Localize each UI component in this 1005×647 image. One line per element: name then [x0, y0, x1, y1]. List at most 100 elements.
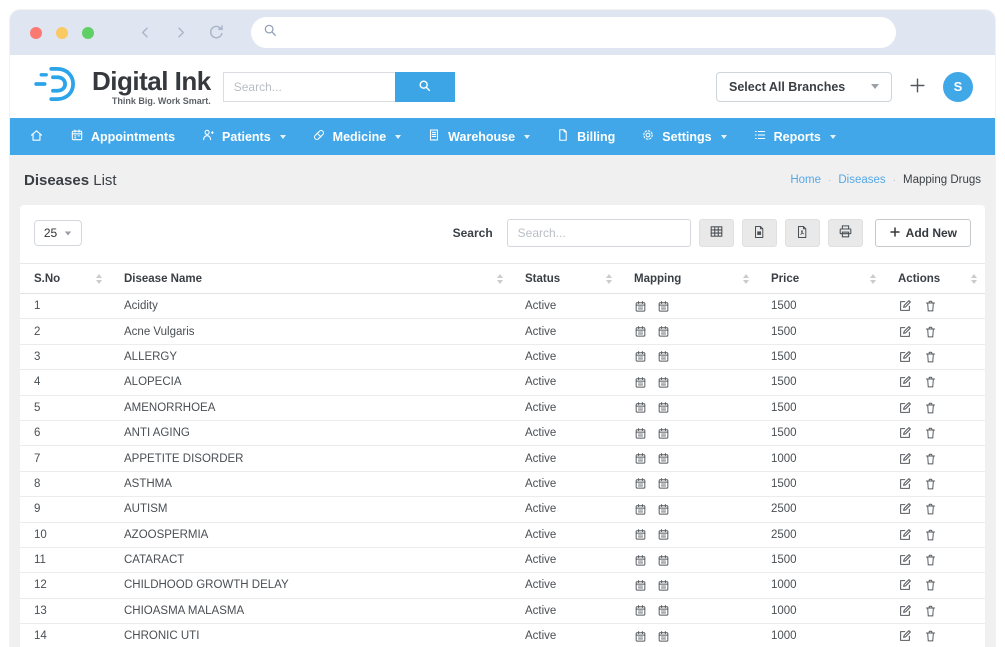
- add-branch-button[interactable]: [908, 76, 927, 98]
- mapping-calendar-icon-1[interactable]: [634, 579, 647, 592]
- mapping-calendar-icon-2[interactable]: [657, 477, 670, 490]
- url-bar[interactable]: [251, 17, 896, 48]
- delete-icon[interactable]: [924, 578, 937, 592]
- nav-item-warehouse[interactable]: Warehouse: [414, 118, 543, 155]
- sort-icon[interactable]: [870, 274, 876, 284]
- nav-item-settings[interactable]: Settings: [628, 118, 739, 155]
- mapping-calendar-icon-2[interactable]: [657, 376, 670, 389]
- add-new-button[interactable]: Add New: [875, 219, 971, 247]
- nav-item-reports[interactable]: Reports: [740, 118, 849, 155]
- mapping-calendar-icon-1[interactable]: [634, 528, 647, 541]
- mapping-calendar-icon-1[interactable]: [634, 300, 647, 313]
- user-avatar[interactable]: S: [943, 72, 973, 102]
- delete-icon[interactable]: [924, 477, 937, 491]
- mapping-calendar-icon-2[interactable]: [657, 325, 670, 338]
- header-search-button[interactable]: [395, 72, 455, 102]
- logo[interactable]: Digital Ink Think Big. Work Smart.: [32, 63, 211, 110]
- print-button[interactable]: [828, 219, 863, 247]
- mapping-calendar-icon-1[interactable]: [634, 477, 647, 490]
- delete-icon[interactable]: [924, 299, 937, 313]
- mapping-calendar-icon-1[interactable]: [634, 376, 647, 389]
- delete-icon[interactable]: [924, 325, 937, 339]
- mapping-calendar-icon-2[interactable]: [657, 300, 670, 313]
- edit-icon[interactable]: [898, 578, 912, 592]
- export-excel-button[interactable]: [742, 219, 777, 247]
- breadcrumb-diseases[interactable]: Diseases: [838, 174, 885, 186]
- edit-icon[interactable]: [898, 528, 912, 542]
- nav-item-patients[interactable]: Patients: [188, 118, 299, 155]
- edit-icon[interactable]: [898, 401, 912, 415]
- table-search-input[interactable]: [507, 219, 691, 247]
- delete-icon[interactable]: [924, 629, 937, 643]
- mapping-calendar-icon-1[interactable]: [634, 401, 647, 414]
- mapping-calendar-icon-2[interactable]: [657, 427, 670, 440]
- mapping-calendar-icon-2[interactable]: [657, 604, 670, 617]
- url-input[interactable]: [285, 26, 884, 40]
- back-icon[interactable]: [138, 25, 153, 40]
- sort-icon[interactable]: [743, 274, 749, 284]
- reload-icon[interactable]: [208, 24, 225, 41]
- edit-icon[interactable]: [898, 375, 912, 389]
- delete-icon[interactable]: [924, 401, 937, 415]
- delete-icon[interactable]: [924, 553, 937, 567]
- column-header-actions[interactable]: Actions: [884, 264, 985, 294]
- delete-icon[interactable]: [924, 604, 937, 618]
- mapping-calendar-icon-1[interactable]: [634, 604, 647, 617]
- breadcrumb-home[interactable]: Home: [790, 174, 821, 186]
- mapping-calendar-icon-1[interactable]: [634, 503, 647, 516]
- edit-icon[interactable]: [898, 426, 912, 440]
- forward-icon[interactable]: [173, 25, 188, 40]
- mapping-calendar-icon-2[interactable]: [657, 630, 670, 643]
- nav-item-medicine[interactable]: Medicine: [299, 118, 415, 155]
- nav-item-home[interactable]: [16, 118, 57, 155]
- mapping-calendar-icon-1[interactable]: [634, 350, 647, 363]
- delete-icon[interactable]: [924, 375, 937, 389]
- mapping-calendar-icon-2[interactable]: [657, 503, 670, 516]
- mapping-calendar-icon-2[interactable]: [657, 452, 670, 465]
- edit-icon[interactable]: [898, 477, 912, 491]
- delete-icon[interactable]: [924, 528, 937, 542]
- edit-icon[interactable]: [898, 325, 912, 339]
- mapping-calendar-icon-1[interactable]: [634, 630, 647, 643]
- nav-item-appointments[interactable]: Appointments: [57, 118, 188, 155]
- edit-icon[interactable]: [898, 350, 912, 364]
- edit-icon[interactable]: [898, 604, 912, 618]
- mapping-calendar-icon-1[interactable]: [634, 554, 647, 567]
- mapping-calendar-icon-1[interactable]: [634, 427, 647, 440]
- mapping-calendar-icon-2[interactable]: [657, 579, 670, 592]
- minimize-window-button[interactable]: [56, 27, 68, 39]
- edit-icon[interactable]: [898, 553, 912, 567]
- column-header-price[interactable]: Price: [757, 264, 884, 294]
- nav-item-billing[interactable]: Billing: [543, 118, 628, 155]
- mapping-calendar-icon-2[interactable]: [657, 528, 670, 541]
- row-sno: 2: [20, 319, 110, 344]
- edit-icon[interactable]: [898, 502, 912, 516]
- delete-icon[interactable]: [924, 426, 937, 440]
- column-header-mapping[interactable]: Mapping: [620, 264, 757, 294]
- sort-icon[interactable]: [606, 274, 612, 284]
- sort-icon[interactable]: [96, 274, 102, 284]
- delete-icon[interactable]: [924, 452, 937, 466]
- mapping-calendar-icon-1[interactable]: [634, 452, 647, 465]
- delete-icon[interactable]: [924, 502, 937, 516]
- mapping-calendar-icon-1[interactable]: [634, 325, 647, 338]
- header-search-input[interactable]: [223, 72, 395, 102]
- edit-icon[interactable]: [898, 629, 912, 643]
- sort-icon[interactable]: [497, 274, 503, 284]
- column-header-disease-name[interactable]: Disease Name: [110, 264, 511, 294]
- delete-icon[interactable]: [924, 350, 937, 364]
- edit-icon[interactable]: [898, 452, 912, 466]
- mapping-calendar-icon-2[interactable]: [657, 401, 670, 414]
- export-pdf-button[interactable]: [785, 219, 820, 247]
- column-header-sno[interactable]: S.No: [20, 264, 110, 294]
- mapping-calendar-icon-2[interactable]: [657, 350, 670, 363]
- branch-select[interactable]: Select All Branches: [716, 72, 892, 102]
- mapping-calendar-icon-2[interactable]: [657, 554, 670, 567]
- maximize-window-button[interactable]: [82, 27, 94, 39]
- sort-icon[interactable]: [971, 274, 977, 284]
- column-visibility-button[interactable]: [699, 219, 734, 247]
- edit-icon[interactable]: [898, 299, 912, 313]
- close-window-button[interactable]: [30, 27, 42, 39]
- page-length-select[interactable]: 25: [34, 220, 82, 246]
- column-header-status[interactable]: Status: [511, 264, 620, 294]
